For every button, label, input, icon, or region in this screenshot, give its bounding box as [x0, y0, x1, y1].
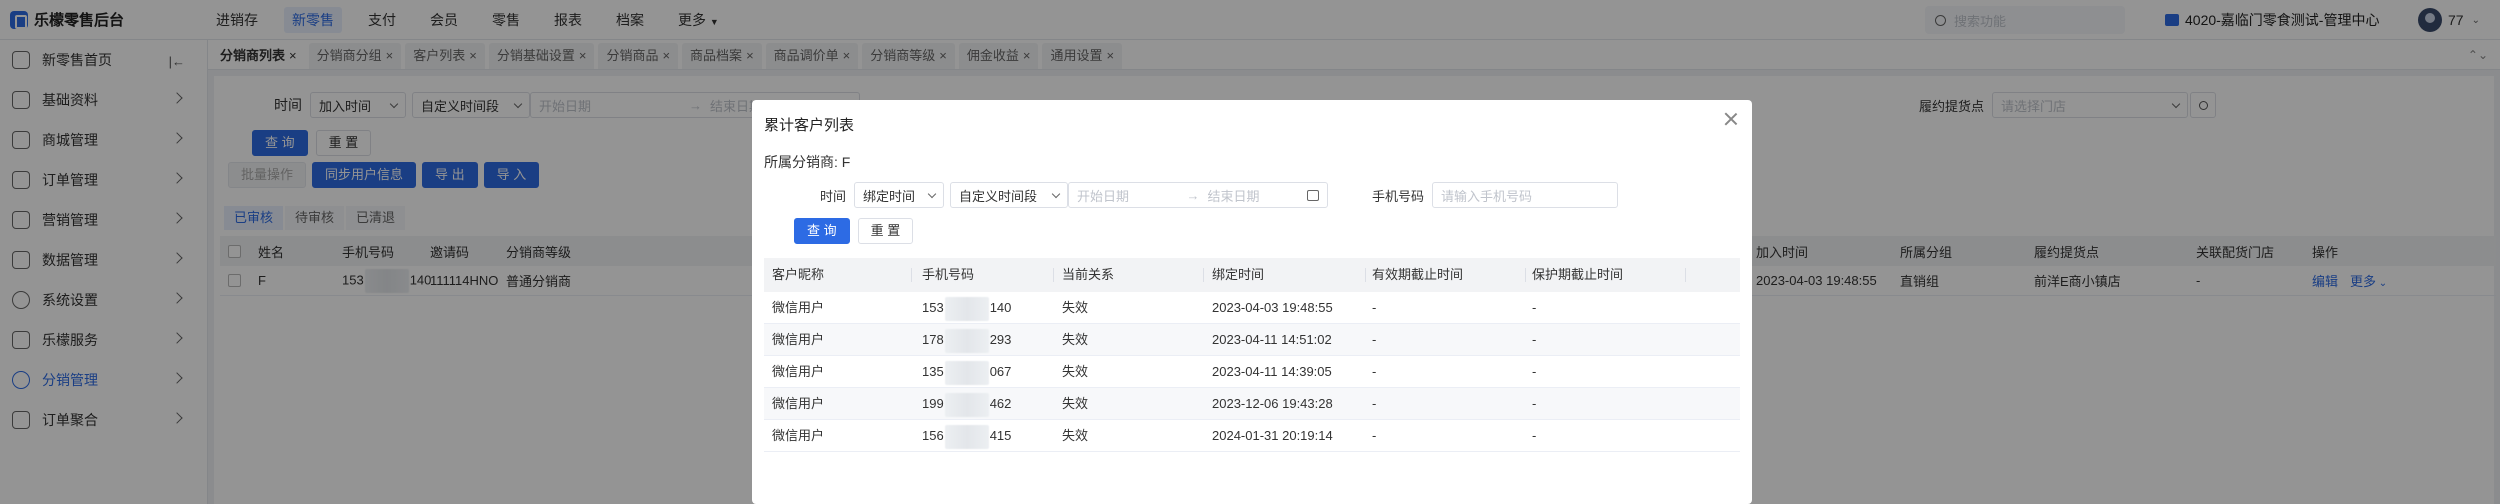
col-divider: [1203, 268, 1204, 282]
masked-digits: [944, 392, 989, 417]
cell-bind-time: 2023-04-11 14:51:02: [1212, 332, 1332, 347]
phone-suffix: 067: [989, 364, 1012, 379]
cell-relation: 失效: [1062, 396, 1089, 411]
phone-placeholder: 请输入手机号码: [1441, 188, 1533, 204]
cell-phone: 199 462: [922, 388, 1011, 420]
phone-prefix: 178: [922, 332, 944, 347]
chevron-down-icon: [1051, 189, 1061, 198]
cell-phone: 135 067: [922, 356, 1011, 388]
phone-suffix: 462: [989, 396, 1012, 411]
cell-protect-until: -: [1532, 300, 1537, 315]
table-row: 微信用户 156 415 失效 2024-01-31 20:19:14 - -: [764, 420, 1740, 452]
phone-suffix: 140: [989, 300, 1012, 315]
col-protect-until: 保护期截止时间: [1532, 267, 1624, 282]
distributor-value: F: [841, 154, 851, 170]
col-divider: [1053, 268, 1054, 282]
phone-label: 手机号码: [1372, 188, 1425, 204]
cell-bind-time: 2023-12-06 19:43:28: [1212, 396, 1333, 411]
end-date-placeholder: 结束日期: [1207, 188, 1260, 204]
masked-digits: [944, 328, 989, 353]
phone-prefix: 153: [922, 300, 944, 315]
cell-bind-time: 2023-04-11 14:39:05: [1212, 364, 1332, 379]
cell-phone: 153 140: [922, 292, 1011, 324]
cell-relation: 失效: [1062, 364, 1089, 379]
col-nickname: 客户昵称: [772, 267, 825, 282]
cell-relation: 失效: [1062, 300, 1089, 315]
phone-prefix: 135: [922, 364, 944, 379]
masked-digits: [944, 360, 989, 385]
dialog-reset-button[interactable]: 重 置: [857, 218, 914, 244]
dialog-filter-row: 时间 绑定时间 自定义时间段 开始日期 → 结束日期 手机号码 请输入手机号码: [820, 182, 1619, 208]
col-divider: [1365, 268, 1366, 282]
dialog-title: 累计客户列表: [764, 117, 855, 134]
distributor-info: 所属分销商: F: [764, 152, 850, 172]
cell-phone: 178 293: [922, 324, 1011, 356]
cell-bind-time: 2023-04-03 19:48:55: [1212, 300, 1333, 315]
col-bind-time: 绑定时间: [1212, 267, 1265, 282]
close-icon[interactable]: [1722, 110, 1740, 128]
cell-nickname: 微信用户: [772, 364, 825, 379]
phone-prefix: 199: [922, 396, 944, 411]
customer-table: 客户昵称 手机号码 当前关系 绑定时间 有效期截止时间 保护期截止时间 微信用户…: [764, 258, 1740, 452]
cell-valid-until: -: [1372, 428, 1377, 443]
date-range-input[interactable]: 开始日期 → 结束日期: [1068, 182, 1329, 208]
col-valid-until: 有效期截止时间: [1372, 267, 1464, 282]
table-row: 微信用户 135 067 失效 2023-04-11 14:39:05 - -: [764, 356, 1740, 388]
time-range-value: 自定义时间段: [959, 188, 1038, 204]
dialog-actions: 查 询 重 置: [794, 218, 914, 244]
cell-protect-until: -: [1532, 332, 1537, 347]
phone-input[interactable]: 请输入手机号码: [1432, 182, 1619, 208]
table-header: 客户昵称 手机号码 当前关系 绑定时间 有效期截止时间 保护期截止时间: [764, 258, 1740, 292]
cell-nickname: 微信用户: [772, 300, 825, 315]
masked-digits: [944, 424, 989, 449]
bind-time-value: 绑定时间: [863, 188, 916, 204]
cell-valid-until: -: [1372, 332, 1377, 347]
phone-suffix: 293: [989, 332, 1012, 347]
cell-nickname: 微信用户: [772, 332, 825, 347]
col-relation: 当前关系: [1062, 267, 1115, 282]
cell-valid-until: -: [1372, 396, 1377, 411]
masked-digits: [944, 296, 989, 321]
cell-bind-time: 2024-01-31 20:19:14: [1212, 428, 1333, 443]
table-row: 微信用户 153 140 失效 2023-04-03 19:48:55 - -: [764, 292, 1740, 324]
phone-prefix: 156: [922, 428, 944, 443]
col-divider: [911, 268, 912, 282]
distributor-label: 所属分销商:: [764, 154, 838, 170]
customer-list-dialog: 累计客户列表 所属分销商: F 时间 绑定时间 自定义时间段 开始日期 → 结束日期…: [752, 100, 1752, 504]
col-divider: [1525, 268, 1526, 282]
dialog-query-button[interactable]: 查 询: [794, 218, 850, 244]
cell-nickname: 微信用户: [772, 396, 825, 411]
cell-nickname: 微信用户: [772, 428, 825, 443]
col-phone: 手机号码: [922, 267, 975, 282]
time-label: 时间: [820, 188, 847, 204]
cell-protect-until: -: [1532, 396, 1537, 411]
cell-phone: 156 415: [922, 420, 1011, 452]
chevron-down-icon: [927, 189, 937, 198]
start-date-placeholder: 开始日期: [1077, 188, 1130, 204]
cell-relation: 失效: [1062, 332, 1089, 347]
calendar-icon: [1307, 189, 1320, 201]
time-range-select[interactable]: 自定义时间段: [950, 182, 1069, 208]
table-row: 微信用户 199 462 失效 2023-12-06 19:43:28 - -: [764, 388, 1740, 420]
bind-time-select[interactable]: 绑定时间: [854, 182, 945, 208]
cell-valid-until: -: [1372, 364, 1377, 379]
col-divider: [1685, 268, 1686, 282]
table-row: 微信用户 178 293 失效 2023-04-11 14:51:02 - -: [764, 324, 1740, 356]
cell-valid-until: -: [1372, 300, 1377, 315]
phone-suffix: 415: [989, 428, 1012, 443]
cell-protect-until: -: [1532, 364, 1537, 379]
cell-relation: 失效: [1062, 428, 1089, 443]
arrow-right-icon: →: [1186, 187, 1200, 203]
cell-protect-until: -: [1532, 428, 1537, 443]
